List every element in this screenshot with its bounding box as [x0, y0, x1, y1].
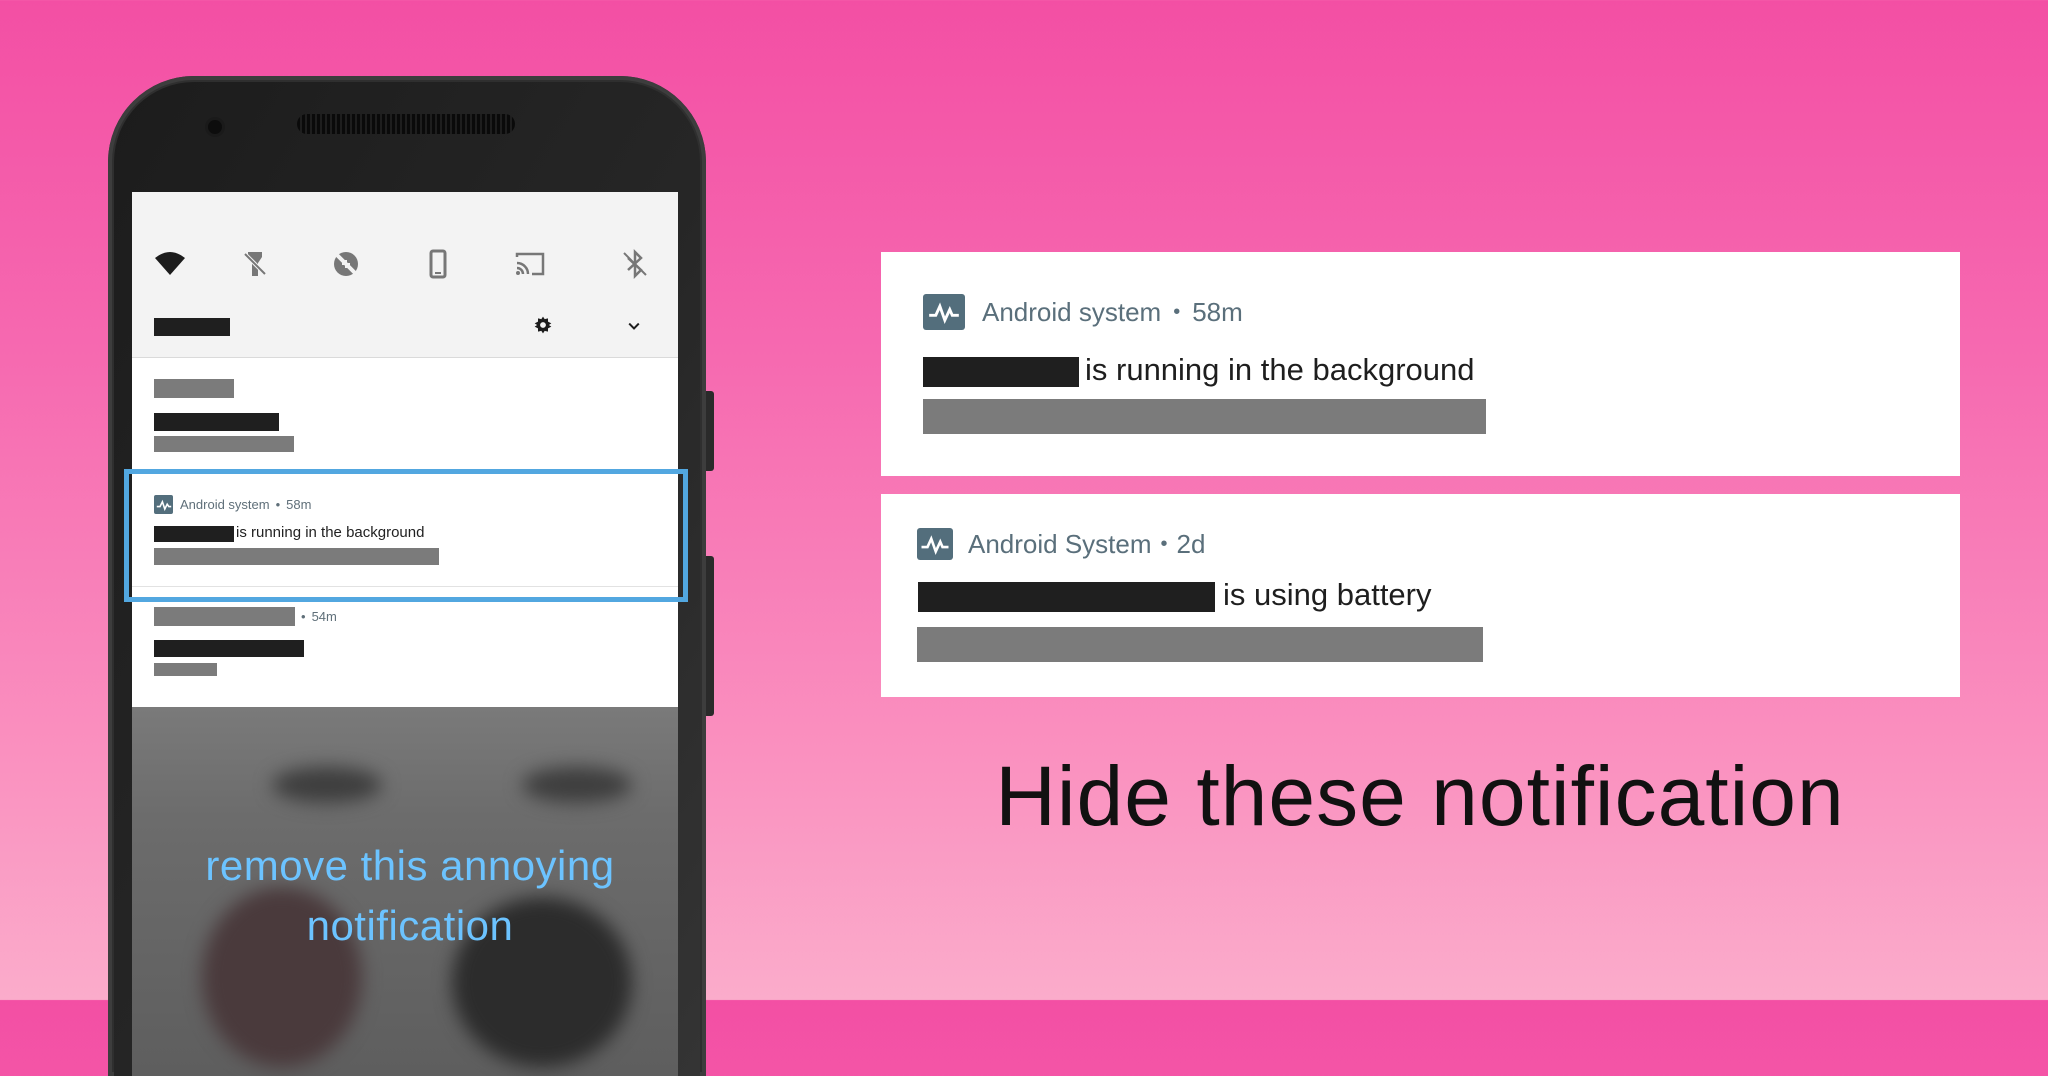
- redacted-body: [154, 436, 294, 452]
- blurred-shape: [522, 767, 632, 803]
- quick-settings-panel: [132, 192, 678, 358]
- card-app-name: Android System: [968, 528, 1152, 559]
- redacted-app-name: [154, 379, 234, 398]
- notification-header: • 54m: [154, 607, 337, 626]
- redacted-title: [154, 413, 279, 431]
- phone-volume-button: [706, 556, 714, 716]
- notification-time: 54m: [311, 609, 337, 624]
- redacted-app-label: [923, 357, 1079, 387]
- card-header: Android system • 58m: [923, 294, 1243, 330]
- chevron-down-icon[interactable]: [624, 316, 644, 336]
- phone-caption: remove this annoying notification: [120, 836, 700, 956]
- android-system-icon: [923, 294, 965, 330]
- caption-line-2: notification: [306, 902, 514, 949]
- data-saver-off-icon[interactable]: [330, 248, 362, 280]
- card-time: 58m: [1192, 296, 1243, 327]
- gear-icon[interactable]: [532, 314, 554, 336]
- redacted-body: [917, 627, 1483, 662]
- phone-power-button: [706, 391, 714, 471]
- card-header: Android System • 2d: [917, 528, 1205, 560]
- redacted-body: [923, 399, 1486, 434]
- caption-line-1: remove this annoying: [205, 842, 615, 889]
- redacted-app-name: [154, 607, 295, 626]
- separator-dot: •: [1173, 300, 1181, 323]
- card-time: 2d: [1176, 528, 1206, 559]
- notification-redacted-1[interactable]: [132, 358, 678, 471]
- flashlight-off-icon[interactable]: [239, 248, 271, 280]
- redacted-operator-name: [154, 318, 230, 336]
- notification-card-battery[interactable]: Android System • 2d is using battery: [881, 494, 1960, 697]
- card-app-name: Android system: [982, 296, 1162, 327]
- blurred-shape: [272, 767, 382, 803]
- separator-dot: •: [301, 609, 306, 624]
- headline: Hide these notification: [995, 749, 1845, 843]
- front-camera: [208, 120, 222, 134]
- redacted-body: [154, 663, 217, 676]
- cast-icon[interactable]: [514, 248, 546, 280]
- notification-card-running[interactable]: Android system • 58m is running in the b…: [881, 252, 1960, 476]
- notification-redacted-2[interactable]: • 54m: [132, 587, 678, 708]
- bluetooth-off-icon[interactable]: [619, 248, 651, 280]
- redacted-title: [154, 640, 304, 657]
- android-system-icon: [917, 528, 953, 560]
- separator-dot: •: [1160, 532, 1168, 555]
- card-message: is running in the background: [1085, 352, 1475, 387]
- notification-highlight-frame: [124, 469, 688, 602]
- earpiece-speaker: [297, 114, 515, 134]
- redacted-app-label: [918, 582, 1215, 612]
- wifi-icon[interactable]: [154, 248, 186, 280]
- card-message: is using battery: [1223, 577, 1432, 612]
- portrait-rotation-icon[interactable]: [422, 248, 454, 280]
